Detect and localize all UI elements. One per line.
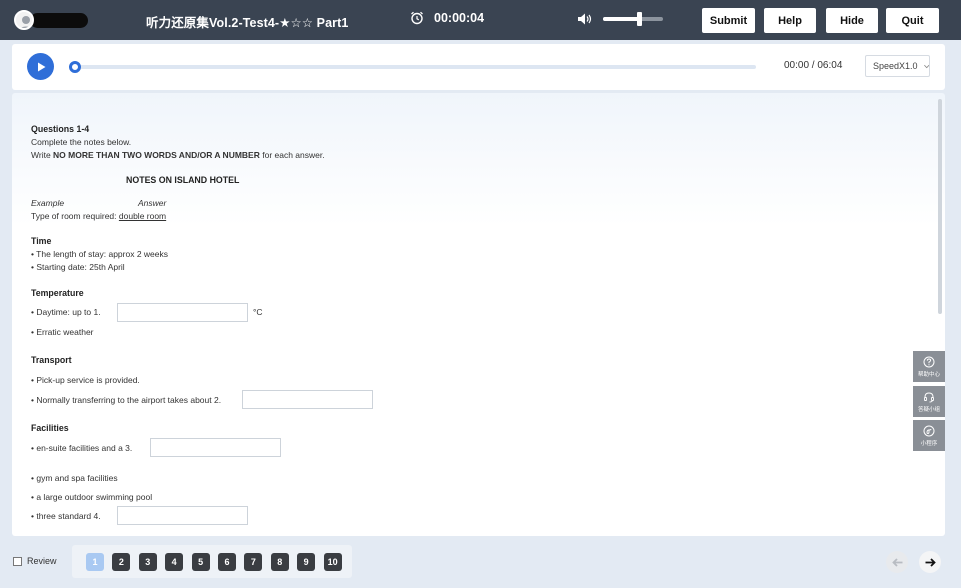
play-button[interactable] <box>27 53 54 80</box>
previous-button[interactable] <box>886 551 908 573</box>
quit-button[interactable]: Quit <box>886 8 939 33</box>
section-heading-time: Time <box>31 236 52 246</box>
question-nav-button-5[interactable]: 5 <box>191 553 210 571</box>
help-center-widget[interactable]: 帮助中心 <box>913 351 945 382</box>
question-nav-button-2[interactable]: 2 <box>112 553 131 571</box>
volume-control[interactable] <box>577 12 663 26</box>
chevron-down-icon <box>923 64 929 68</box>
volume-slider[interactable] <box>603 12 663 26</box>
audio-progress-handle[interactable] <box>69 61 81 73</box>
question-nav-button-3[interactable]: 3 <box>138 553 157 571</box>
example-label: Example <box>31 198 65 208</box>
help-button[interactable]: Help <box>764 8 816 33</box>
panel-scrollbar[interactable] <box>938 99 942 314</box>
question-nav-button-4[interactable]: 4 <box>165 553 184 571</box>
review-label: Review <box>27 556 57 566</box>
question-nav-button-8[interactable]: 8 <box>270 553 289 571</box>
time-line-2: • Starting date: 25th April <box>31 262 125 272</box>
avatar[interactable] <box>14 10 34 30</box>
temperature-line-2: • Erratic weather <box>31 327 94 337</box>
question-panel: Questions 1-4 Complete the notes below. … <box>12 93 945 536</box>
example-line: Type of room required: double room <box>31 211 167 221</box>
instruction-line-1: Complete the notes below. <box>31 137 132 147</box>
volume-fill <box>603 17 639 21</box>
section-heading-temperature: Temperature <box>31 288 84 298</box>
timer-value: 00:00:04 <box>434 11 485 25</box>
answer-input-3[interactable] <box>150 438 281 457</box>
volume-handle[interactable] <box>637 12 642 26</box>
question-nav-button-10[interactable]: 10 <box>323 553 342 571</box>
test-title: 听力还原集Vol.2-Test4-★☆☆ Part1 <box>146 16 349 30</box>
hide-button[interactable]: Hide <box>826 8 878 33</box>
question-4-label: • three standard 4. <box>31 511 101 521</box>
speed-value: SpeedX1.0 <box>873 61 918 71</box>
top-bar: 听力还原集Vol.2-Test4-★☆☆ Part1 00:00:04 Subm… <box>0 0 961 40</box>
speed-select[interactable]: SpeedX1.0 <box>865 55 930 77</box>
question-3-label: • en-suite facilities and a 3. <box>31 443 133 453</box>
next-button[interactable] <box>919 551 941 573</box>
question-nav-button-6[interactable]: 6 <box>218 553 236 571</box>
mini-program-label: 小程序 <box>920 440 938 447</box>
audio-player: 00:00 / 06:04 SpeedX1.0 <box>12 44 945 90</box>
arrow-right-icon <box>925 557 936 567</box>
facilities-line-2: • gym and spa facilities <box>31 473 118 483</box>
section-heading-facilities: Facilities <box>31 423 69 433</box>
avatar-icon <box>16 12 32 28</box>
audio-progress-track[interactable] <box>69 61 756 73</box>
question-nav-button-9[interactable]: 9 <box>297 553 316 571</box>
transport-line-1: • Pick-up service is provided. <box>31 375 140 385</box>
answer-label: Answer <box>138 198 167 208</box>
review-checkbox[interactable] <box>13 556 22 566</box>
assistant-label: 答疑小组 <box>917 406 940 413</box>
alarm-clock-icon <box>411 11 423 25</box>
assistant-widget[interactable]: 答疑小组 <box>913 386 945 417</box>
time-line-1: • The length of stay: approx 2 weeks <box>31 249 169 259</box>
question-circle-icon <box>923 356 935 367</box>
instruction-line-2: Write NO MORE THAN TWO WORDS AND/OR A NU… <box>31 150 325 160</box>
question-2-label: • Normally transferring to the airport t… <box>31 395 222 405</box>
facilities-line-3: • a large outdoor swimming pool <box>31 492 153 502</box>
username-redacted <box>30 13 88 28</box>
play-icon <box>37 62 45 71</box>
speaker-icon[interactable] <box>577 12 593 26</box>
answer-input-1[interactable] <box>117 303 248 322</box>
audio-time-readout: 00:00 / 06:04 <box>784 60 843 71</box>
headset-icon <box>924 391 934 402</box>
questions-heading: Questions 1-4 <box>31 124 90 134</box>
arrow-left-icon <box>891 557 902 567</box>
help-center-label: 帮助中心 <box>917 371 940 378</box>
mini-program-widget[interactable]: 小程序 <box>913 420 945 451</box>
review-toggle[interactable]: Review <box>13 556 57 566</box>
notes-title: NOTES ON ISLAND HOTEL <box>126 175 240 185</box>
question-1-unit: °C <box>253 307 263 317</box>
question-navigator: 1 2 3 4 5 6 7 8 9 10 <box>72 545 352 578</box>
mini-program-icon <box>923 425 935 436</box>
question-nav-button-7[interactable]: 7 <box>244 553 263 571</box>
answer-input-4[interactable] <box>117 506 248 525</box>
question-nav-button-1[interactable]: 1 <box>86 553 104 571</box>
timer: 00:00:04 <box>410 11 484 25</box>
section-heading-transport: Transport <box>31 355 72 365</box>
question-1-label: • Daytime: up to 1. <box>31 307 101 317</box>
submit-button[interactable]: Submit <box>702 8 755 33</box>
answer-input-2[interactable] <box>242 390 373 409</box>
